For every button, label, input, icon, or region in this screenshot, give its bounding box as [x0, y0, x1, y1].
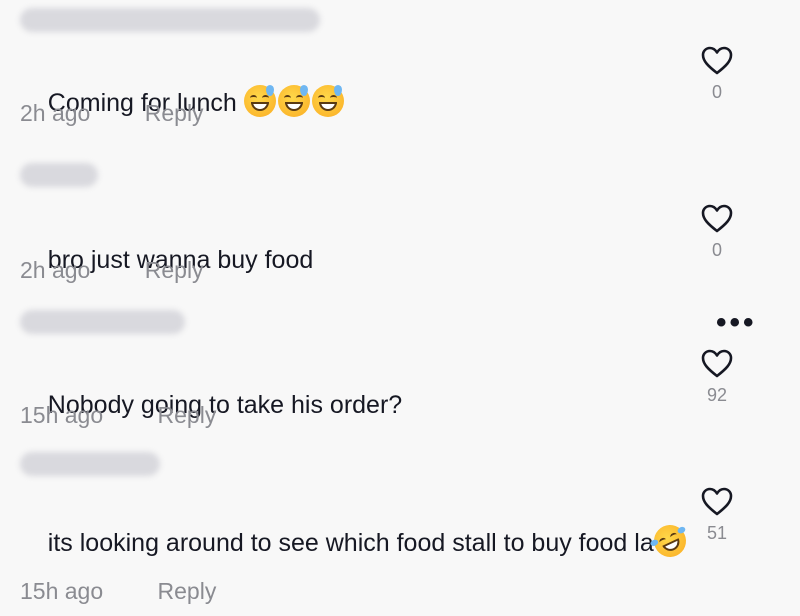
like-control: 92 — [696, 349, 738, 406]
grinning-sweat-emoji — [243, 85, 276, 117]
username-blurred[interactable] — [20, 310, 185, 334]
comment-timestamp: 15h ago — [20, 402, 104, 428]
like-count: 0 — [711, 82, 722, 102]
heart-outline-icon[interactable] — [701, 487, 733, 517]
grinning-sweat-emoji — [277, 85, 310, 117]
username-blurred[interactable] — [20, 8, 320, 32]
reply-button[interactable]: Reply — [145, 257, 204, 284]
reply-button[interactable]: Reply — [158, 578, 217, 605]
heart-outline-icon[interactable] — [701, 46, 733, 76]
comment-timestamp: 2h ago — [20, 257, 91, 283]
more-options-icon[interactable]: ••• — [716, 308, 757, 338]
username-blurred[interactable] — [20, 452, 160, 476]
heart-outline-icon[interactable] — [701, 204, 733, 234]
grinning-sweat-emoji — [311, 85, 344, 117]
like-control: 51 — [696, 487, 738, 544]
heart-outline-icon[interactable] — [701, 349, 733, 379]
reply-button[interactable]: Reply — [145, 100, 204, 127]
comment-meta: 2h ago Reply — [20, 257, 204, 284]
like-control: 0 — [696, 46, 738, 103]
comment-meta: 15h ago Reply — [20, 578, 216, 605]
like-count: 0 — [711, 240, 722, 260]
comment-text-content: its looking around to see which food sta… — [47, 529, 654, 557]
rolling-laughing-emoji — [648, 519, 691, 563]
username-blurred[interactable] — [20, 163, 98, 187]
comment-timestamp: 2h ago — [20, 100, 91, 126]
reply-button[interactable]: Reply — [158, 402, 217, 429]
like-count: 92 — [706, 385, 728, 405]
comment-timestamp: 15h ago — [20, 578, 104, 604]
like-control: 0 — [696, 204, 738, 261]
comment-meta: 15h ago Reply — [20, 402, 216, 429]
comment-meta: 2h ago Reply — [20, 100, 204, 127]
like-count: 51 — [706, 523, 728, 543]
